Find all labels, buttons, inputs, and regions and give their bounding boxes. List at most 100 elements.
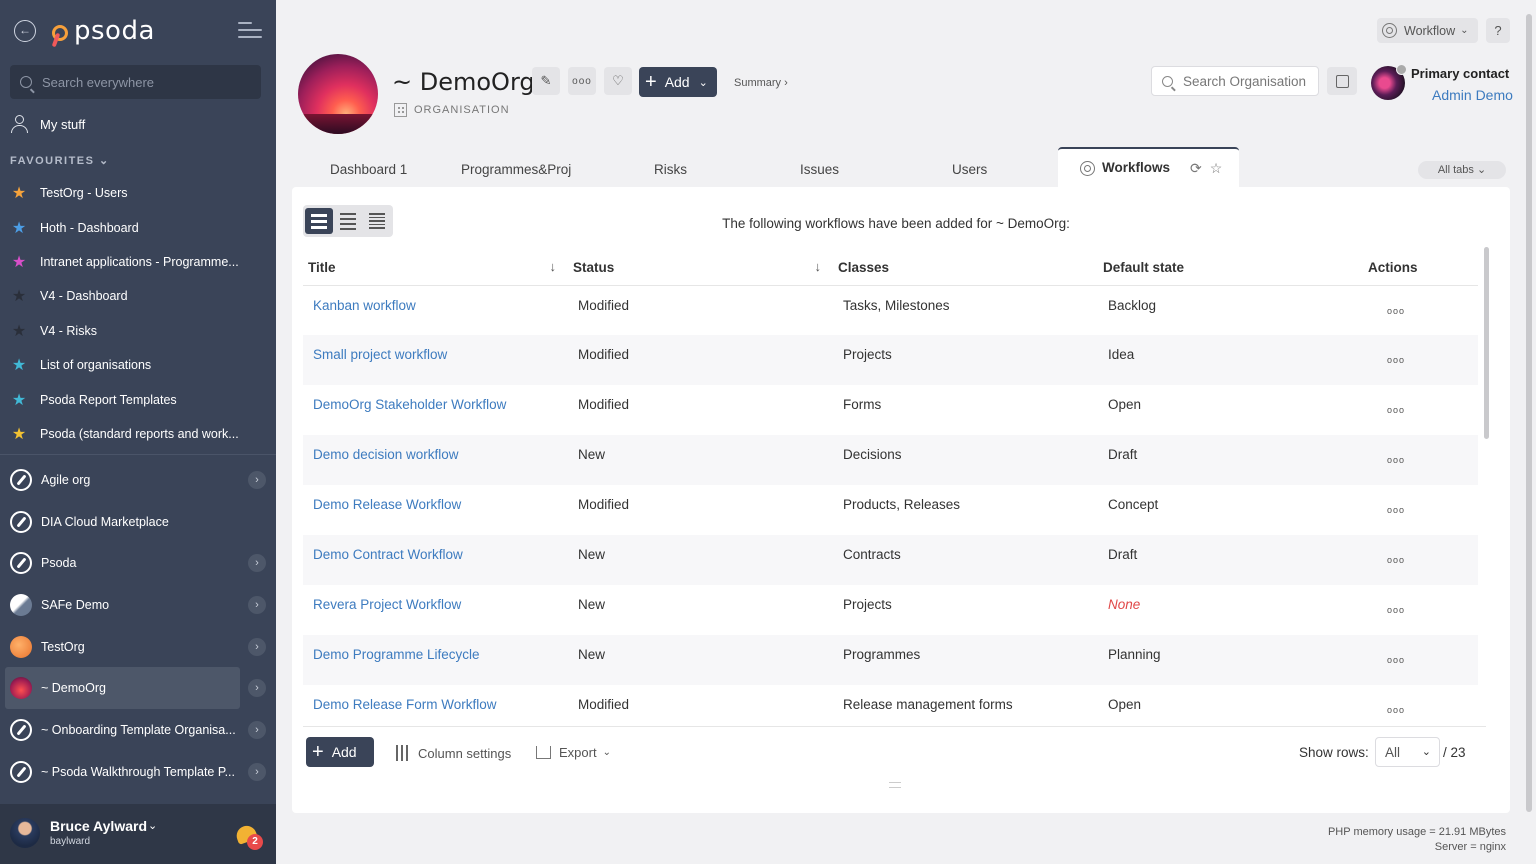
org-item[interactable]: Psoda › xyxy=(5,542,271,584)
table-row[interactable]: Demo Release Workflow Modified Products, R… xyxy=(303,485,1478,535)
workflow-link[interactable]: Revera Project Workflow xyxy=(313,597,461,612)
organisation-search[interactable] xyxy=(1151,66,1319,96)
person-icon xyxy=(10,114,30,134)
back-icon[interactable]: ← xyxy=(14,20,36,42)
user-name[interactable]: Bruce Aylward xyxy=(50,818,147,834)
search-organisation-input[interactable] xyxy=(1183,73,1313,89)
workflow-link[interactable]: Demo decision workflow xyxy=(313,447,459,462)
tab-users[interactable]: Users xyxy=(952,162,987,177)
column-settings-button[interactable]: Column settings xyxy=(394,745,511,761)
summary-link[interactable]: Summary › xyxy=(734,77,788,89)
column-header-classes[interactable]: Classes xyxy=(833,251,1098,286)
favourites-header[interactable]: FAVOURITES ⌄ xyxy=(10,154,110,167)
org-item[interactable]: TestOrg › xyxy=(5,626,271,668)
chevron-down-icon[interactable]: ⌄ xyxy=(148,819,157,832)
workflow-link[interactable]: Demo Contract Workflow xyxy=(313,547,463,562)
row-actions-icon[interactable]: ooo xyxy=(1387,705,1405,715)
user-panel[interactable]: Bruce Aylward ⌄ baylward 2 xyxy=(0,804,276,864)
chevron-right-icon[interactable]: › xyxy=(248,720,266,739)
edit-button[interactable]: ✎ xyxy=(532,67,560,95)
tab-bar: Dashboard 1 Programmes&Proj Risks Issues… xyxy=(292,147,1242,188)
row-actions-icon[interactable]: ooo xyxy=(1387,405,1405,415)
table-row[interactable]: Kanban workflow Modified Tasks, Milestones… xyxy=(303,285,1478,335)
favourite-item[interactable]: ★ List of organisations xyxy=(10,348,260,382)
row-actions-icon[interactable]: ooo xyxy=(1387,306,1405,316)
workflow-menu-button[interactable]: Workflow ⌄ xyxy=(1377,18,1478,43)
table-row[interactable]: Small project workflow Modified Projects Id… xyxy=(303,335,1478,385)
workflow-link[interactable]: Small project workflow xyxy=(313,347,447,362)
org-item[interactable]: ~ DemoOrg › xyxy=(5,667,266,710)
sort-arrow-icon[interactable]: ↓ xyxy=(815,259,822,274)
tab-issues[interactable]: Issues xyxy=(800,162,839,177)
page-scrollbar[interactable] xyxy=(1526,14,1532,812)
chevron-right-icon[interactable]: › xyxy=(248,679,266,698)
chevron-right-icon[interactable]: › xyxy=(248,470,266,489)
column-header-title[interactable]: Title ↓ xyxy=(303,251,568,286)
star-outline-icon[interactable]: ☆ xyxy=(1210,160,1223,177)
favourite-item[interactable]: ★ Intranet applications - Programme... xyxy=(10,245,260,279)
org-item[interactable]: SAFe Demo › xyxy=(5,584,271,626)
tab-dashboard[interactable]: Dashboard 1 xyxy=(330,162,407,177)
add-workflow-button[interactable]: + Add xyxy=(306,737,374,767)
row-actions-icon[interactable]: ooo xyxy=(1387,555,1405,565)
show-rows-select[interactable]: All ⌄ xyxy=(1375,737,1440,767)
org-avatar xyxy=(298,54,378,134)
my-stuff-link[interactable]: My stuff xyxy=(10,114,85,134)
notifications-bell[interactable]: 2 xyxy=(233,823,264,850)
workflow-link[interactable]: Kanban workflow xyxy=(313,298,416,313)
chevron-right-icon[interactable]: › xyxy=(248,637,266,656)
column-header-default-state[interactable]: Default state xyxy=(1098,251,1363,286)
workflow-link[interactable]: DemoOrg Stakeholder Workflow xyxy=(313,397,506,412)
chevron-right-icon[interactable]: › xyxy=(248,762,266,781)
org-item[interactable]: DIA Cloud Marketplace xyxy=(5,501,271,543)
help-button[interactable]: ? xyxy=(1486,18,1510,43)
open-external-button[interactable] xyxy=(1327,67,1357,95)
table-row[interactable]: Revera Project Workflow New Projects None oo… xyxy=(303,585,1478,635)
favourite-label: List of organisations xyxy=(40,358,152,373)
table-row[interactable]: DemoOrg Stakeholder Workflow Modified Form… xyxy=(303,385,1478,435)
table-scrollbar[interactable] xyxy=(1484,247,1489,439)
favourite-item[interactable]: ★ Psoda (standard reports and work... xyxy=(10,417,260,451)
search-everywhere-input[interactable] xyxy=(42,74,242,90)
favourite-item[interactable]: ★ TestOrg - Users xyxy=(10,176,260,210)
user-avatar[interactable] xyxy=(10,818,40,848)
table-row[interactable]: Demo Programme Lifecycle New Programmes Pla… xyxy=(303,635,1478,685)
table-row[interactable]: Demo Release Form Workflow Modified Releas… xyxy=(303,685,1478,735)
more-options-button[interactable]: ooo xyxy=(568,67,596,95)
row-actions-icon[interactable]: ooo xyxy=(1387,355,1405,365)
resize-handle[interactable] xyxy=(889,782,901,788)
org-item[interactable]: ~ Onboarding Template Organisa... › xyxy=(5,709,271,751)
tab-workflows[interactable]: Workflows ⟳ ☆ xyxy=(1058,147,1239,188)
tab-programmes-projects[interactable]: Programmes&Proj xyxy=(461,162,579,177)
org-item[interactable]: Agile org › xyxy=(5,459,271,501)
export-button[interactable]: Export ⌄ xyxy=(536,745,611,760)
add-button[interactable]: + Add ⌄ xyxy=(639,67,717,97)
chevron-right-icon[interactable]: › xyxy=(248,554,266,573)
primary-contact-name[interactable]: Admin Demo xyxy=(1432,87,1513,103)
favourite-item[interactable]: ★ Psoda Report Templates xyxy=(10,382,260,416)
column-header-status[interactable]: Status ↓ xyxy=(568,251,833,286)
table-row[interactable]: Demo decision workflow New Decisions Draft o… xyxy=(303,435,1478,485)
table-row[interactable]: Demo Contract Workflow New Contracts Draft o… xyxy=(303,535,1478,585)
row-actions-icon[interactable]: ooo xyxy=(1387,505,1405,515)
all-tabs-button[interactable]: All tabs ⌄ xyxy=(1418,161,1506,179)
org-item[interactable]: ~ Psoda Walkthrough Template P... › xyxy=(5,751,271,793)
workflow-link[interactable]: Demo Release Workflow xyxy=(313,497,461,512)
psoda-logo[interactable]: psoda xyxy=(50,14,155,48)
row-actions-icon[interactable]: ooo xyxy=(1387,655,1405,665)
favourite-item[interactable]: ★ V4 - Risks xyxy=(10,314,260,348)
collapse-menu-icon[interactable] xyxy=(238,22,262,40)
favourite-item[interactable]: ★ V4 - Dashboard xyxy=(10,279,260,313)
row-actions-icon[interactable]: ooo xyxy=(1387,455,1405,465)
sort-arrow-icon[interactable]: ↓ xyxy=(550,259,557,274)
tag-button[interactable]: ♡ xyxy=(604,67,632,95)
refresh-icon[interactable]: ⟳ xyxy=(1190,160,1202,177)
workflow-link[interactable]: Demo Programme Lifecycle xyxy=(313,647,480,662)
favourite-item[interactable]: ★ Hoth - Dashboard xyxy=(10,210,260,244)
chevron-right-icon[interactable]: › xyxy=(248,595,266,614)
sidebar-search[interactable] xyxy=(10,65,261,99)
row-actions-icon[interactable]: ooo xyxy=(1387,605,1405,615)
tab-risks[interactable]: Risks xyxy=(654,162,687,177)
primary-contact-avatar[interactable] xyxy=(1371,64,1407,100)
workflow-link[interactable]: Demo Release Form Workflow xyxy=(313,697,497,712)
